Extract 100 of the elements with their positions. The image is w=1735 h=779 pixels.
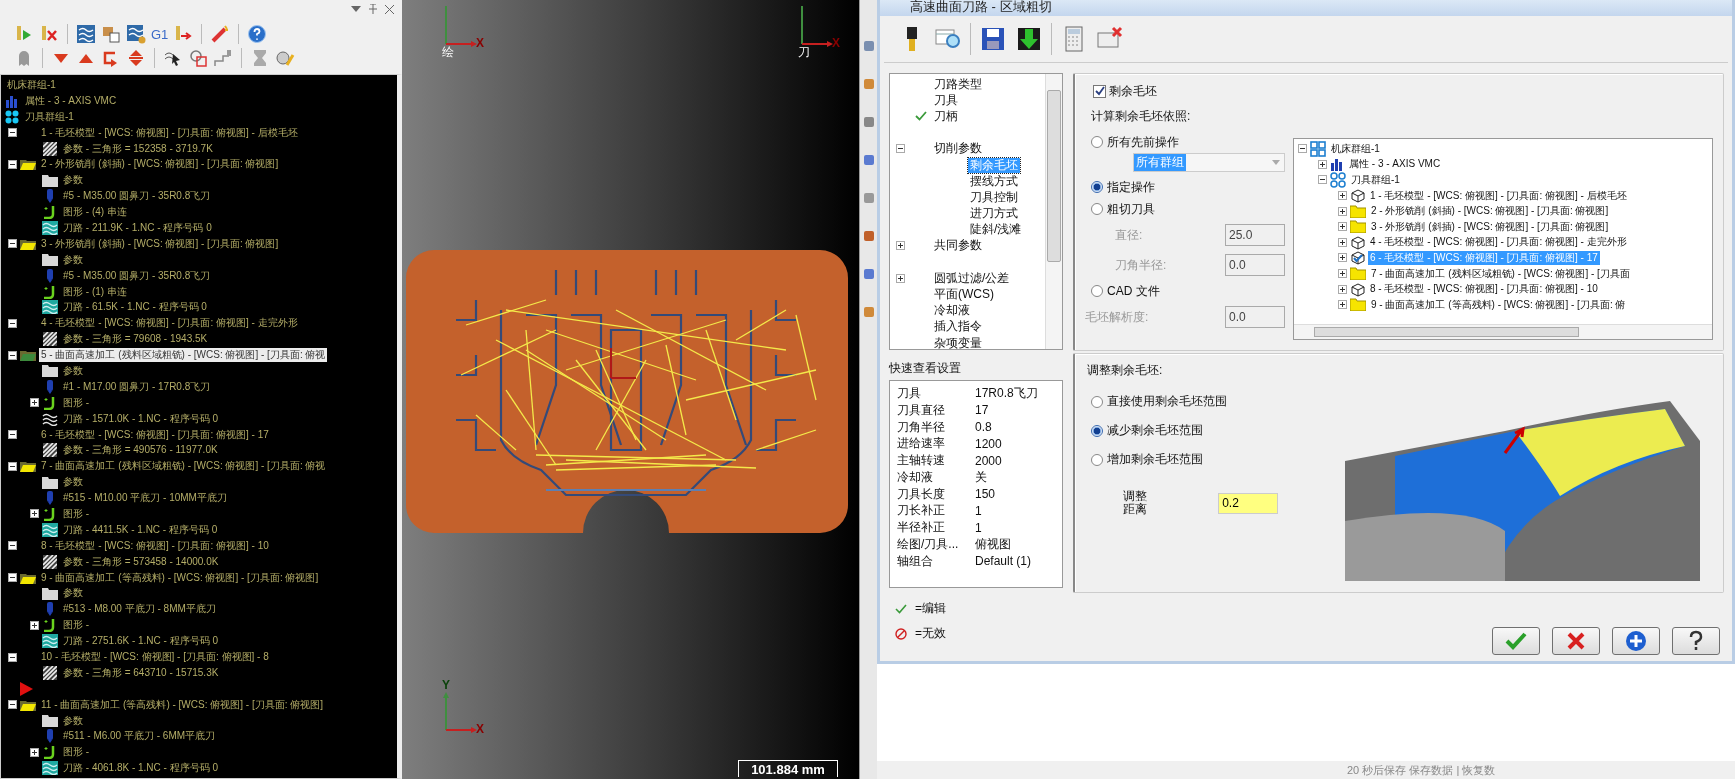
tree-item[interactable]: #5 - M35.00 圆鼻刀 - 35R0.8飞刀 [61,189,213,204]
expand-toggle[interactable] [1318,159,1327,169]
tree-item[interactable]: 3 - 外形铣削 (斜插) - [WCS: 俯视图] - [刀具面: 俯视图] [1369,219,1611,234]
nav-item[interactable]: 刀具 [932,92,960,108]
scrollbar[interactable] [1045,74,1062,349]
expand-toggle[interactable] [7,541,17,551]
tree-item[interactable]: 机床群组-1 [1329,141,1382,156]
tree-item[interactable]: 刀路 - 61.5K - 1.NC - 程序号码 0 [61,300,209,315]
radio-button[interactable] [1091,424,1103,437]
scrollbar[interactable] [1294,324,1712,339]
expand-toggle[interactable] [29,509,39,519]
tree-item[interactable]: 7 - 曲面高速加工 (残料区域粗铣) - [WCS: 俯视图] - [刀具面 [1369,266,1632,281]
expand-toggle[interactable] [1338,206,1347,216]
tree-item[interactable]: 机床群组-1 [5,77,58,92]
expand-toggle[interactable] [1318,175,1327,185]
tree-item[interactable]: 属性 - 3 - AXIS VMC [1347,157,1443,172]
option-label[interactable]: CAD 文件 [1107,282,1160,300]
tree-item[interactable]: #511 - M6.00 平底刀 - 6MM平底刀 [61,729,218,744]
tree-item[interactable]: 参数 [61,586,85,601]
expand-toggle[interactable] [29,620,39,630]
radio-button[interactable] [1091,395,1103,408]
pin-icon[interactable] [369,4,377,14]
radio-button[interactable] [1091,453,1103,466]
tree-item[interactable]: 图形 - [61,507,92,521]
toolbar-icon[interactable] [862,230,875,242]
ok-button[interactable] [1492,627,1540,655]
option-label[interactable]: 直接使用剩余毛坯范围 [1107,393,1227,410]
option-label[interactable]: 粗切刀具 [1107,200,1155,218]
tree-item[interactable]: 5 - 曲面高速加工 (残料区域粗铣) - [WCS: 俯视图] - [刀具面: 俯视 [39,348,328,363]
expand-toggle[interactable] [1338,237,1347,247]
tree-item[interactable]: 属性 - 3 - AXIS VMC [23,93,119,108]
tree-item[interactable]: 参数 - 三角形 = 490576 - 11977.0K [61,443,220,458]
nav-item[interactable]: 冷却液 [932,303,972,319]
tree-item[interactable]: 图形 - (1) 串连 [61,284,129,299]
tree-item[interactable]: 10 - 毛坯模型 - [WCS: 俯视图] - [刀具面: 俯视图] - 8 [39,650,271,664]
tree-item[interactable]: 1 - 毛坯模型 - [WCS: 俯视图] - [刀具面: 俯视图] - 后模毛坯 [39,125,300,140]
tree-item[interactable]: 刀路 - 2751.6K - 1.NC - 程序号码 0 [61,634,221,649]
expand-toggle[interactable] [7,318,17,328]
tree-item[interactable]: 刀具群组-1 [1349,173,1402,187]
tree-item[interactable]: 4 - 毛坯模型 - [WCS: 俯视图] - [刀具面: 俯视图] - 走完外形 [1368,235,1629,250]
expand-toggle[interactable] [895,144,905,154]
expand-toggle[interactable] [1338,253,1347,263]
nav-item[interactable]: 陡斜/浅滩 [968,222,1024,238]
expand-toggle[interactable] [7,430,17,440]
radio-button[interactable] [1091,181,1103,193]
tree-item[interactable]: #515 - M10.00 平底刀 - 10MM平底刀 [61,491,229,506]
expand-toggle[interactable] [7,128,17,138]
option-label[interactable]: 指定操作 [1107,178,1155,196]
toolbar-icon[interactable] [862,40,875,52]
waves-icon[interactable] [76,24,96,44]
cancel-button[interactable] [1552,627,1600,655]
expand-toggle[interactable] [7,573,17,583]
tree-item[interactable]: 刀路 - 1571.0K - 1.NC - 程序号码 0 [61,411,221,426]
radio-button[interactable] [1091,203,1103,215]
nav-item[interactable]: 摆线方式 [968,173,1020,189]
expand-toggle[interactable] [1298,144,1307,154]
toolbar-icon[interactable] [862,116,875,128]
tree-item[interactable]: 3 - 外形铣削 (斜插) - [WCS: 俯视图] - [刀具面: 俯视图] [39,236,281,251]
nav-item[interactable]: 圆弧过滤/公差 [932,270,1012,286]
expand-toggle[interactable] [1338,191,1347,201]
tree-item[interactable]: 图形 - (4) 串连 [61,205,129,220]
toolbar-icon[interactable] [862,268,875,280]
tree-item[interactable]: 刀具群组-1 [23,109,76,124]
option-label[interactable]: 所有先前操作 [1107,133,1179,151]
input-field[interactable]: 0.2 [1218,492,1279,514]
tree-item[interactable]: 参数 - 三角形 = 643710 - 15715.3K [61,665,221,680]
tree-item[interactable]: #1 - M17.00 圆鼻刀 - 17R0.8飞刀 [61,379,213,394]
tree-item[interactable]: 4 - 毛坯模型 - [WCS: 俯视图] - [刀具面: 俯视图] - 走完外形 [39,316,300,331]
nav-item[interactable]: 进刀方式 [968,206,1020,222]
help-icon[interactable] [247,24,268,44]
expand-toggle[interactable] [895,241,905,251]
expand-toggle[interactable] [1338,284,1347,294]
tree-item[interactable]: 8 - 毛坯模型 - [WCS: 俯视图] - [刀具面: 俯视图] - 10 [39,538,271,553]
add-button[interactable] [1612,627,1660,655]
tree-item[interactable]: 7 - 曲面高速加工 (残料区域粗铣) - [WCS: 俯视图] - [刀具面: 俯视 [39,459,328,474]
tree-item[interactable]: 参数 [61,252,85,267]
expand-toggle[interactable] [7,461,17,471]
expand-toggle[interactable] [29,747,39,757]
box-note-icon[interactable] [101,24,121,44]
waves-gear-icon[interactable] [126,24,146,44]
tree-item[interactable]: 参数 [61,363,85,378]
nav-item[interactable]: 插入指令 [932,319,984,335]
expand-toggle[interactable] [1338,269,1347,279]
tree-item[interactable]: 6 - 毛坯模型 - [WCS: 俯视图] - [刀具面: 俯视图] - 17 [39,427,271,442]
checkbox[interactable]: 剩余毛坯 [1093,82,1713,100]
tree-item[interactable]: 图形 - [61,745,92,760]
expand-toggle[interactable] [1338,300,1347,310]
tree-item[interactable]: 2 - 外形铣削 (斜插) - [WCS: 俯视图] - [刀具面: 俯视图] [39,157,281,172]
save-icon[interactable] [979,25,1007,53]
expand-toggle[interactable] [7,350,17,360]
radio-button[interactable] [1091,285,1103,297]
expand-toggle[interactable] [7,159,17,169]
tree-item[interactable]: 图形 - [61,618,92,633]
close-icon[interactable] [385,4,394,14]
wand-icon[interactable] [210,24,231,44]
option-label[interactable]: 减少剩余毛坯范围 [1107,422,1203,439]
shapes-icon[interactable] [188,48,208,68]
nav-item[interactable]: 刀具控制 [968,189,1020,205]
expand-toggle[interactable] [7,239,17,249]
nav-item[interactable]: 共同参数 [932,238,984,254]
